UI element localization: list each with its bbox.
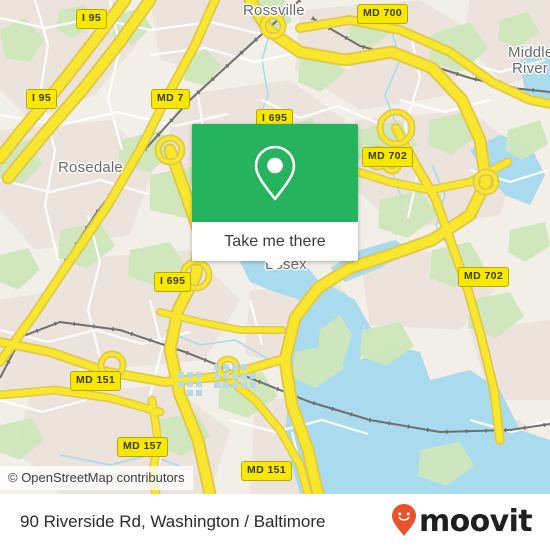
highway-shield-md151-west: MD 151 xyxy=(70,371,122,391)
highway-shield-md7: MD 7 xyxy=(151,89,190,109)
highway-shield-md151-south: MD 151 xyxy=(241,461,293,481)
moovit-wordmark: moovit xyxy=(418,504,533,539)
map-label-middle: Middle xyxy=(508,44,550,61)
moovit-map-screen: Rossville Middle River Rosedale Essex I … xyxy=(0,0,550,550)
location-pin-icon xyxy=(252,143,298,203)
popup-pin-panel xyxy=(192,124,358,222)
highway-shield-i695-south: I 695 xyxy=(154,272,192,292)
take-me-there-button[interactable]: Take me there xyxy=(192,222,358,271)
map-attribution[interactable]: © OpenStreetMap contributors xyxy=(0,466,193,490)
highway-shield-md700: MD 700 xyxy=(357,4,409,24)
highway-shield-i95-north: I 95 xyxy=(76,9,108,29)
moovit-logo[interactable]: moovit xyxy=(391,503,533,542)
take-me-there-label: Take me there xyxy=(224,232,326,250)
footer-bar: 90 Riverside Rd, Washington / Baltimore … xyxy=(0,494,550,550)
map-label-river: River xyxy=(512,60,549,77)
highway-shield-i95-west: I 95 xyxy=(26,89,58,109)
highway-shield-md157: MD 157 xyxy=(117,437,169,457)
moovit-smiley-pin-icon xyxy=(391,503,417,542)
popup-pointer-tail xyxy=(264,260,286,271)
map-canvas[interactable]: Rossville Middle River Rosedale Essex I … xyxy=(0,0,550,494)
highway-shield-md702-north: MD 702 xyxy=(362,147,414,167)
address-label: 90 Riverside Rd, Washington / Baltimore xyxy=(20,512,326,531)
highway-shield-md702-south: MD 702 xyxy=(458,267,510,287)
map-label-rossville: Rossville xyxy=(243,2,305,19)
location-popup-card[interactable]: Take me there xyxy=(192,124,358,271)
map-label-rosedale: Rosedale xyxy=(58,159,123,176)
